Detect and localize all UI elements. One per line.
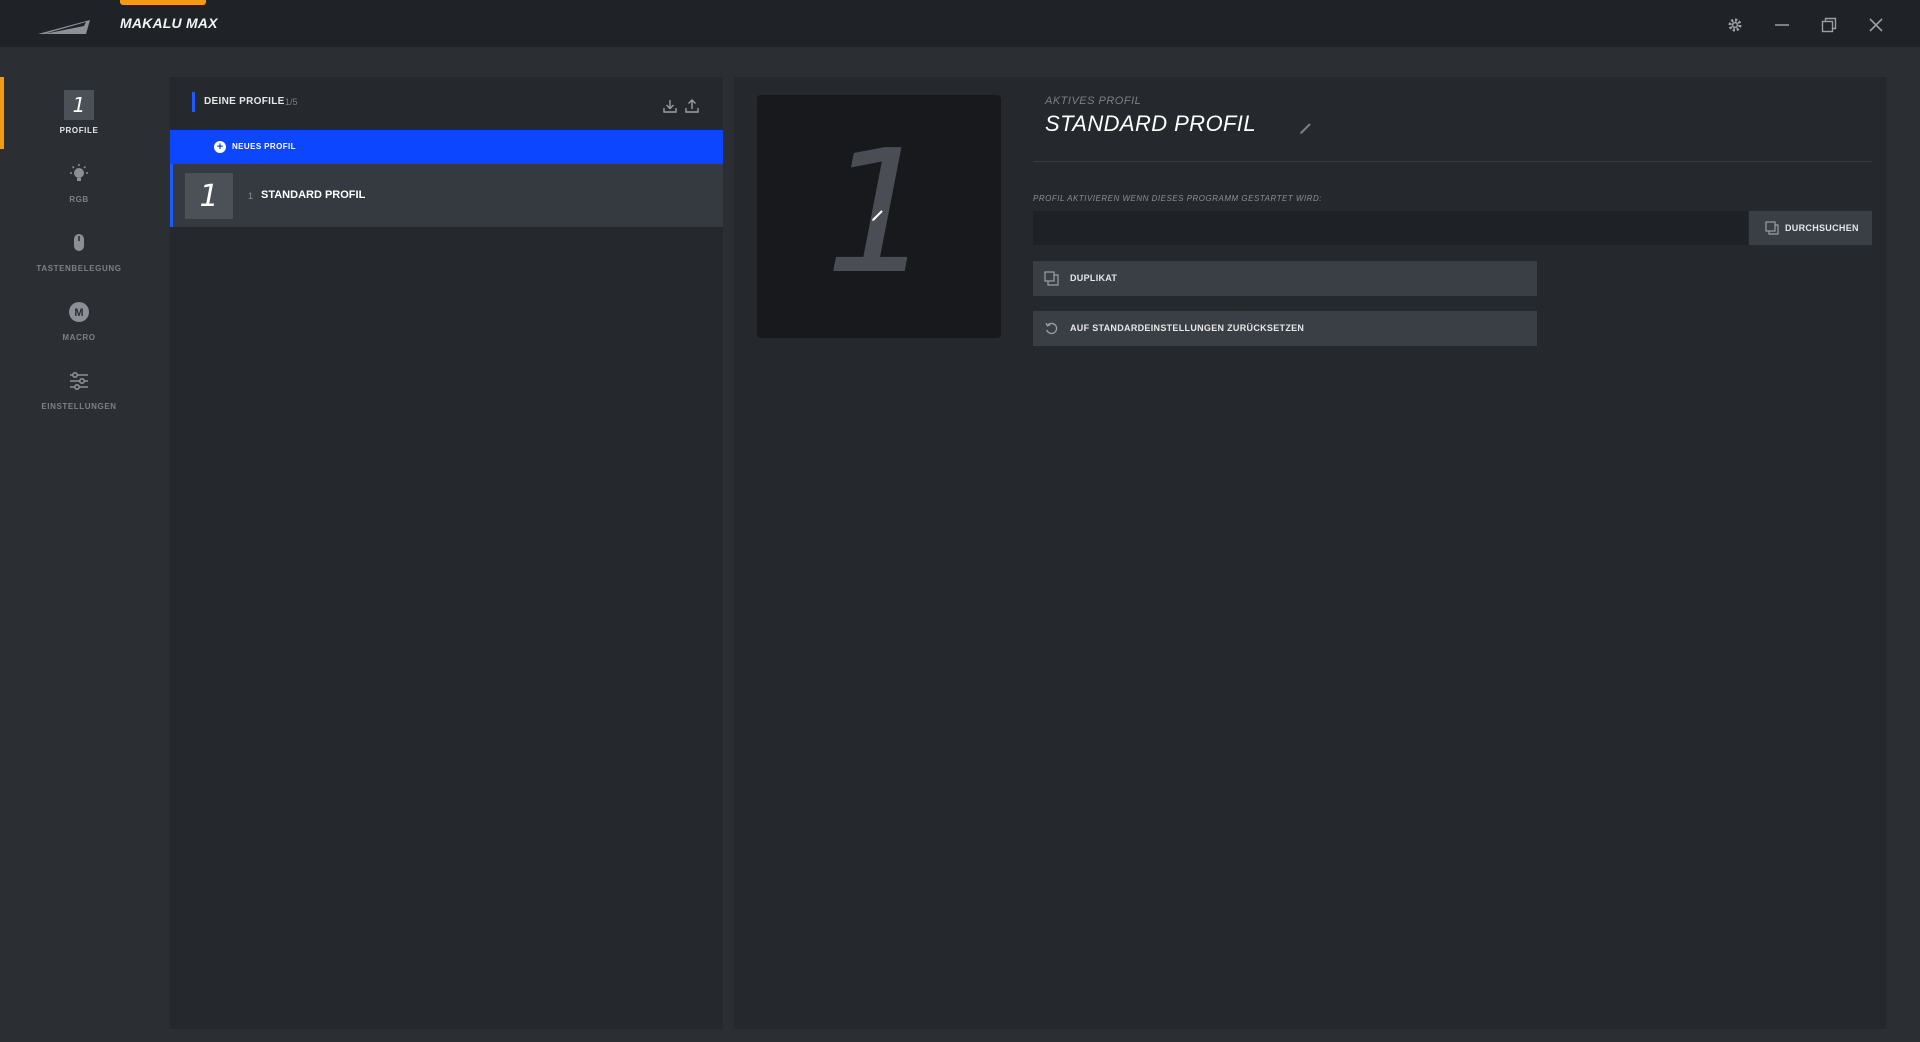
close-button[interactable]	[1863, 12, 1889, 38]
profile-list-item[interactable]: 1 1 STANDARD PROFIL	[170, 164, 723, 227]
macro-icon: M	[64, 297, 94, 327]
program-path-input[interactable]	[1033, 211, 1748, 245]
duplicate-icon	[1044, 271, 1059, 286]
nav-label-profile: PROFILE	[59, 126, 99, 135]
close-icon	[1869, 18, 1883, 32]
import-icon[interactable]	[662, 98, 678, 114]
brand-logo	[38, 20, 90, 34]
profile-item-name: STANDARD PROFIL	[261, 189, 366, 201]
minimize-button[interactable]	[1769, 12, 1795, 38]
pencil-icon	[872, 210, 883, 221]
gear-icon	[1728, 18, 1742, 32]
export-icon[interactable]	[684, 98, 700, 114]
section-divider	[1033, 161, 1872, 162]
nav-label-macro: MACRO	[62, 333, 96, 342]
title-bar: MAKALU MAX	[0, 0, 1920, 47]
profile-badge: 1	[64, 90, 94, 120]
nav-item-macro[interactable]: M MACRO	[0, 297, 158, 363]
restore-icon	[1821, 17, 1837, 33]
reset-icon	[1045, 322, 1058, 335]
nav-item-profile[interactable]: 1 PROFILE	[0, 90, 158, 156]
browse-icon	[1765, 221, 1779, 235]
active-profile-name: STANDARD PROFIL	[1045, 111, 1256, 136]
sidebar-nav: 1 PROFILE RGB TASTENBELEGUNG M MACRO EIN…	[0, 47, 158, 1042]
mouse-icon	[64, 228, 94, 258]
nav-item-rgb[interactable]: RGB	[0, 159, 158, 225]
settings-button[interactable]	[1722, 12, 1748, 38]
title-accent-bar	[120, 0, 206, 5]
profile-detail-panel: 1 AKTIVES PROFIL STANDARD PROFIL PROFIL …	[734, 77, 1886, 1029]
sliders-icon	[64, 366, 94, 396]
nav-label-tastenbelegung: TASTENBELEGUNG	[36, 264, 122, 273]
reset-defaults-button[interactable]: AUF STANDARDEINSTELLUNGEN ZURÜCKSETZEN	[1033, 311, 1537, 346]
profiles-title: DEINE PROFILE	[204, 96, 285, 107]
duplicate-button[interactable]: DUPLIKAT	[1033, 261, 1537, 296]
nav-label-rgb: RGB	[69, 195, 89, 204]
active-profile-label: AKTIVES PROFIL	[1045, 95, 1142, 107]
new-profile-label: NEUES PROFIL	[232, 142, 296, 151]
profile-item-number: 1	[248, 191, 254, 201]
bulb-icon	[64, 159, 94, 189]
nav-item-tastenbelegung[interactable]: TASTENBELEGUNG	[0, 228, 158, 294]
reset-defaults-label: AUF STANDARDEINSTELLUNGEN ZURÜCKSETZEN	[1070, 323, 1305, 333]
browse-label: DURCHSUCHEN	[1785, 223, 1859, 233]
duplicate-label: DUPLIKAT	[1070, 273, 1118, 283]
profiles-header-accent	[192, 92, 195, 112]
profile-item-badge: 1	[185, 173, 233, 219]
nav-item-einstellungen[interactable]: EINSTELLUNGEN	[0, 366, 158, 432]
browse-button[interactable]: DURCHSUCHEN	[1749, 211, 1872, 245]
program-trigger-label: PROFIL AKTIVIEREN WENN DIESES PROGRAMM G…	[1033, 194, 1322, 203]
profile-image-editor[interactable]: 1	[757, 95, 1001, 338]
profiles-count: 1/5	[285, 97, 298, 107]
new-profile-button[interactable]: + NEUES PROFIL	[170, 130, 723, 164]
rename-pencil-icon[interactable]	[1299, 121, 1313, 135]
profiles-panel: DEINE PROFILE 1/5 + NEUES PROFIL 1 1 STA…	[170, 77, 723, 1029]
minimize-icon	[1775, 24, 1789, 26]
plus-circle-icon: +	[214, 141, 226, 153]
selected-row-indicator	[170, 164, 173, 227]
profile-number-icon: 1	[64, 90, 94, 120]
profiles-header: DEINE PROFILE 1/5	[170, 77, 723, 129]
app-title: MAKALU MAX	[120, 15, 218, 31]
nav-label-einstellungen: EINSTELLUNGEN	[41, 402, 117, 411]
restore-button[interactable]	[1816, 12, 1842, 38]
svg-text:M: M	[74, 307, 83, 319]
